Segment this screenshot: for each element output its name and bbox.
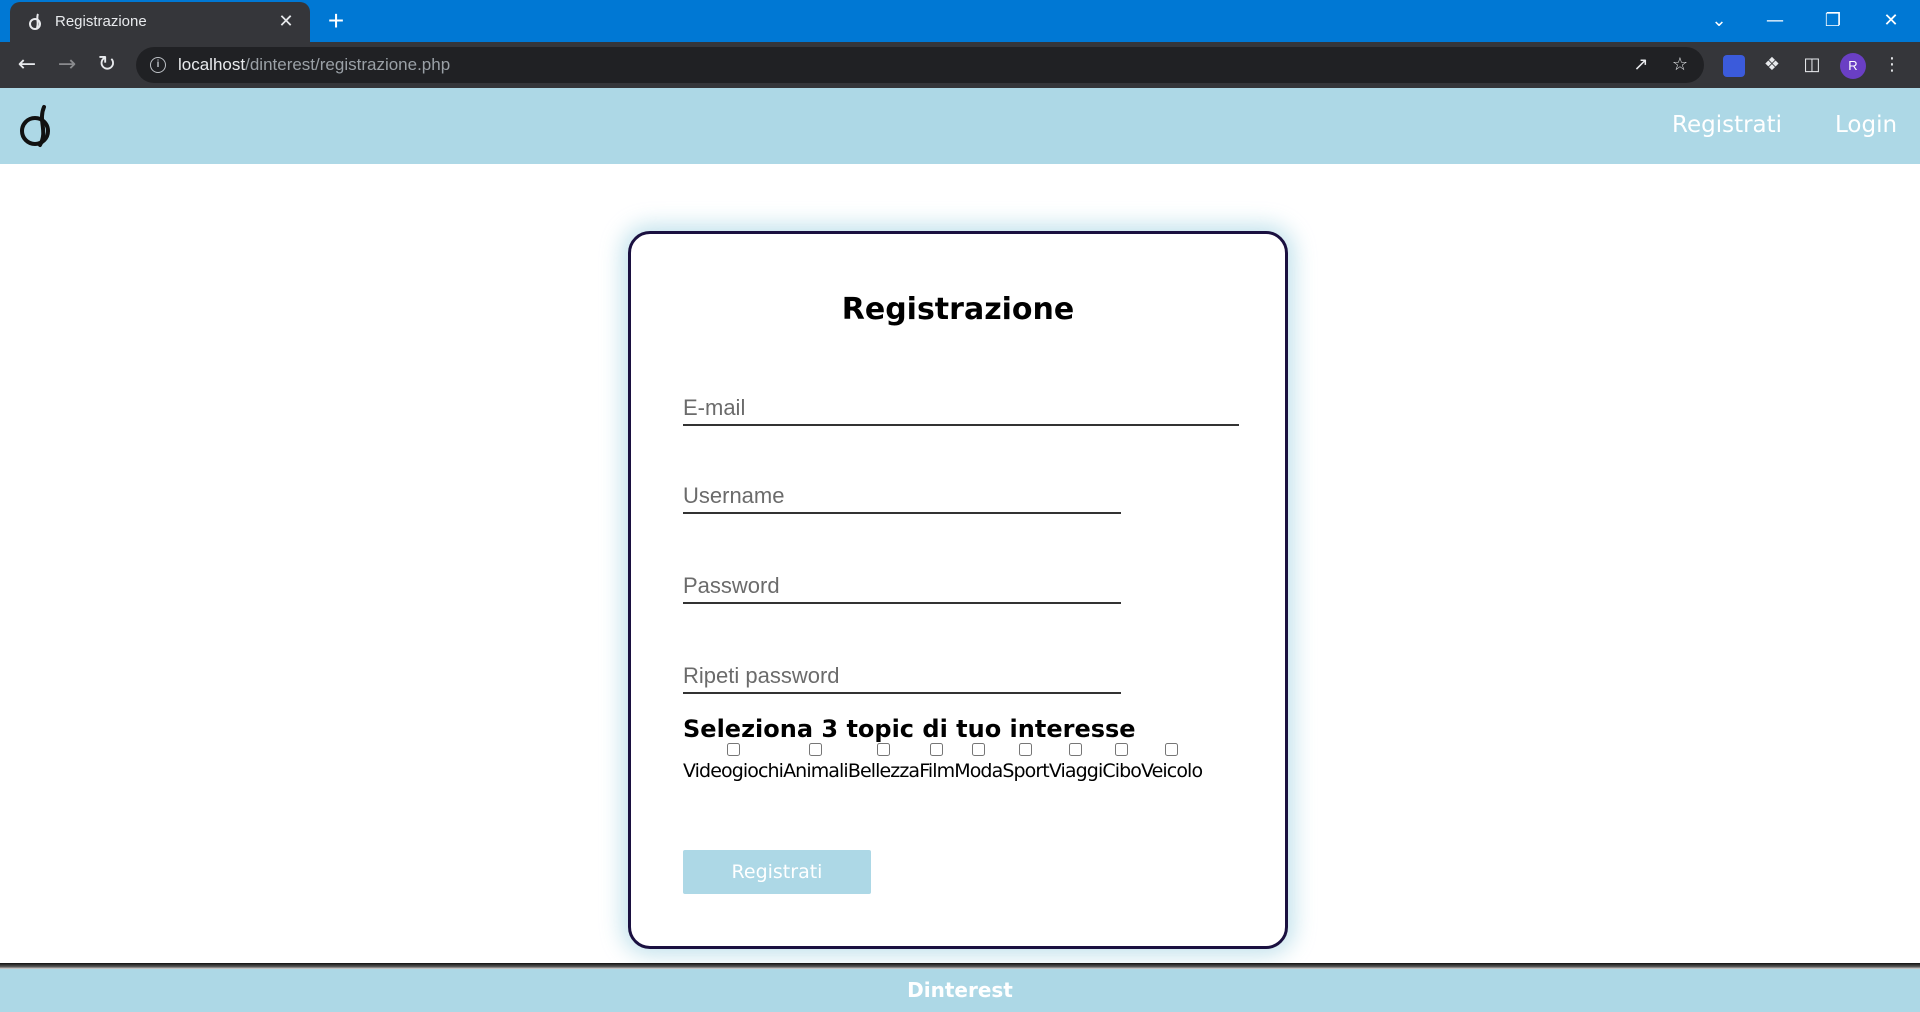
topic-label: Film — [919, 760, 955, 782]
site-info-icon[interactable]: i — [150, 57, 166, 73]
forward-arrow-icon[interactable]: → — [53, 51, 81, 79]
share-icon[interactable]: ↗ — [1630, 54, 1652, 76]
nav-register-link[interactable]: Registrati — [1672, 112, 1782, 138]
topic-viaggi[interactable]: Viaggi — [1049, 743, 1103, 782]
email-field[interactable] — [683, 392, 1239, 426]
reload-icon[interactable]: ↻ — [93, 51, 121, 79]
repeat-password-field[interactable] — [683, 660, 1121, 694]
restore-icon[interactable]: ❐ — [1810, 6, 1856, 36]
minimize-icon[interactable]: — — [1752, 6, 1798, 36]
topic-checkbox[interactable] — [1115, 743, 1129, 756]
topic-veicolo[interactable]: Veicolo — [1141, 743, 1203, 782]
topic-label: Viaggi — [1048, 760, 1103, 782]
topic-moda[interactable]: Moda — [954, 743, 1003, 782]
topic-label: Cibo — [1102, 760, 1142, 782]
url-path: /dinterest/registrazione.php — [245, 55, 451, 74]
extensions-puzzle-icon[interactable]: ❖ — [1760, 53, 1784, 77]
browser-titlebar: Registrazione ✕ + ⌄ — ❐ ✕ — [0, 0, 1920, 42]
topics-checkbox-group: Videogiochi Animali Bellezza Film Moda S… — [683, 743, 1203, 782]
nav-login-link[interactable]: Login — [1835, 112, 1897, 138]
browser-tab[interactable]: Registrazione ✕ — [10, 2, 310, 42]
tab-title: Registrazione — [55, 13, 147, 30]
url-host: localhost — [178, 55, 246, 74]
registration-card: Registrazione Seleziona 3 topic di tuo i… — [628, 231, 1288, 949]
topic-cibo[interactable]: Cibo — [1102, 743, 1142, 782]
username-field[interactable] — [683, 480, 1121, 514]
topic-label: Bellezza — [847, 760, 920, 782]
topic-checkbox[interactable] — [930, 743, 944, 756]
topic-label: Moda — [954, 760, 1003, 782]
topic-checkbox[interactable] — [1019, 743, 1033, 756]
topic-checkbox[interactable] — [1165, 743, 1179, 756]
bookmark-star-icon[interactable]: ☆ — [1669, 54, 1691, 76]
side-panel-icon[interactable]: ◫ — [1800, 53, 1824, 77]
topic-film[interactable]: Film — [919, 743, 955, 782]
topic-checkbox[interactable] — [1069, 743, 1083, 756]
tab-close-icon[interactable]: ✕ — [274, 10, 298, 34]
site-footer: Dinterest — [0, 969, 1920, 1012]
page-title: Registrazione — [841, 292, 1075, 327]
back-arrow-icon[interactable]: ← — [13, 51, 41, 79]
browser-menu-icon[interactable]: ⋮ — [1880, 53, 1904, 77]
topic-label: Videogiochi — [683, 760, 784, 782]
topic-label: Animali — [783, 760, 849, 782]
browser-toolbar: ← → ↻ i localhost/dinterest/registrazion… — [0, 42, 1920, 88]
topic-checkbox[interactable] — [971, 743, 985, 756]
topic-label: Sport — [1002, 760, 1049, 782]
topic-videogiochi[interactable]: Videogiochi — [683, 743, 784, 782]
topic-checkbox[interactable] — [877, 743, 890, 756]
register-button[interactable]: Registrati — [683, 850, 871, 894]
topics-label: Seleziona 3 topic di tuo interesse — [683, 715, 1136, 743]
url-text[interactable]: localhost/dinterest/registrazione.php — [178, 55, 450, 75]
extension-shield-icon[interactable] — [1723, 55, 1745, 77]
tab-search-chevron-icon[interactable]: ⌄ — [1696, 6, 1742, 36]
site-header: Registrati Login — [0, 88, 1920, 164]
profile-avatar[interactable]: R — [1840, 53, 1866, 79]
topic-label: Veicolo — [1141, 760, 1203, 782]
topic-bellezza[interactable]: Bellezza — [847, 743, 920, 782]
topic-sport[interactable]: Sport — [1002, 743, 1050, 782]
topic-animali[interactable]: Animali — [783, 743, 849, 782]
new-tab-icon[interactable]: + — [322, 7, 350, 36]
dinterest-logo-icon[interactable] — [18, 103, 56, 149]
password-field[interactable] — [683, 570, 1121, 604]
topic-checkbox[interactable] — [808, 743, 822, 756]
address-bar[interactable]: i localhost/dinterest/registrazione.php … — [136, 47, 1704, 83]
window-close-icon[interactable]: ✕ — [1868, 6, 1914, 36]
topic-checkbox[interactable] — [726, 743, 740, 756]
dinterest-favicon-icon — [29, 13, 41, 30]
